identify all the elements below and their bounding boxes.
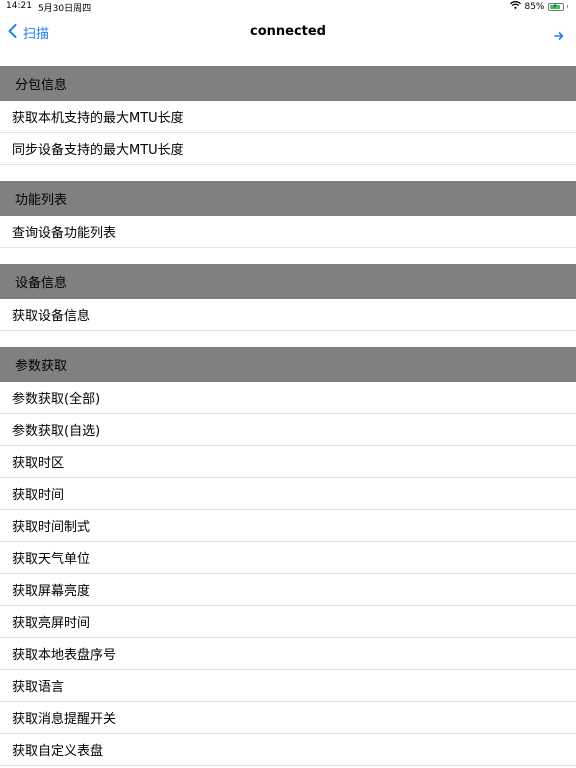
- list-item[interactable]: 获取时间: [0, 478, 576, 510]
- status-right: 85% ⚡: [510, 1, 568, 12]
- section-gap: [0, 331, 576, 347]
- list-item[interactable]: 查询设备功能列表: [0, 216, 576, 248]
- list-item[interactable]: 获取设备信息: [0, 299, 576, 331]
- list-item-label: 获取时区: [12, 456, 65, 471]
- list-item-label: 参数获取(自选): [12, 424, 101, 439]
- list-item-label: 查询设备功能列表: [12, 226, 117, 241]
- list-item[interactable]: 获取屏幕亮度: [0, 574, 576, 606]
- list-item[interactable]: 获取本机支持的最大MTU长度: [0, 101, 576, 133]
- list-item-label: 获取语言: [12, 680, 65, 695]
- status-left: 14:21 5月30日周四: [6, 1, 91, 14]
- section-gap: [0, 248, 576, 264]
- list-item-label: 参数获取(全部): [12, 392, 101, 407]
- list-item-label: 获取本地表盘序号: [12, 648, 117, 663]
- page-title: connected: [249, 24, 326, 39]
- navigation-bar: 扫描 connected: [0, 14, 576, 50]
- list-item[interactable]: 获取消息提醒开关: [0, 702, 576, 734]
- list-item-label: 获取亮屏时间: [12, 616, 91, 631]
- section-gap: [0, 165, 576, 181]
- section-header: 设备信息: [0, 264, 576, 299]
- list-item-label: 获取屏幕亮度: [12, 584, 91, 599]
- charging-bolt-icon: ⚡: [552, 1, 558, 10]
- list-item-label: 获取本机支持的最大MTU长度: [12, 111, 184, 126]
- list-item[interactable]: 获取亮屏时间: [0, 606, 576, 638]
- status-bar: 14:21 5月30日周四 85% ⚡: [0, 0, 576, 14]
- list-item[interactable]: 获取语言: [0, 670, 576, 702]
- settings-list: 分包信息获取本机支持的最大MTU长度 同步设备支持的最大MTU长度功能列表查询设备…: [0, 66, 576, 766]
- section-header: 参数获取: [0, 347, 576, 382]
- list-item[interactable]: 获取时间制式: [0, 510, 576, 542]
- list-item-label: 获取时间制式: [12, 520, 91, 535]
- section-header: 功能列表: [0, 181, 576, 216]
- list-item[interactable]: 同步设备支持的最大MTU长度: [0, 133, 576, 165]
- status-time: 14:21: [6, 1, 32, 11]
- wifi-icon: [510, 1, 522, 12]
- list-item-label: 获取时间: [12, 488, 65, 503]
- battery-icon: ⚡: [547, 1, 564, 11]
- list-item[interactable]: 获取自定义表盘: [0, 734, 576, 766]
- app-screen: 14:21 5月30日周四 85% ⚡ 扫描 connected 分包信息 获取…: [0, 0, 576, 768]
- list-item-label: 获取天气单位: [12, 552, 91, 567]
- section-header: 分包信息: [0, 66, 576, 101]
- list-item-label: 获取消息提醒开关: [12, 712, 117, 727]
- status-date: 5月30日周四: [37, 4, 92, 14]
- list-item[interactable]: 获取天气单位: [0, 542, 576, 574]
- next-button[interactable]: [554, 26, 564, 45]
- battery-cap: [566, 5, 568, 8]
- list-item[interactable]: 参数获取(自选): [0, 414, 576, 446]
- list-item[interactable]: 参数获取(全部): [0, 382, 576, 414]
- list-item-label: 获取自定义表盘: [12, 744, 104, 759]
- list-item[interactable]: 获取时区: [0, 446, 576, 478]
- battery-percent: 85%: [524, 1, 545, 12]
- list-item[interactable]: 获取本地表盘序号: [0, 638, 576, 670]
- arrow-right-icon: [554, 26, 564, 45]
- list-item-label: 同步设备支持的最大MTU长度: [12, 143, 184, 158]
- list-item-label: 获取设备信息: [12, 309, 91, 324]
